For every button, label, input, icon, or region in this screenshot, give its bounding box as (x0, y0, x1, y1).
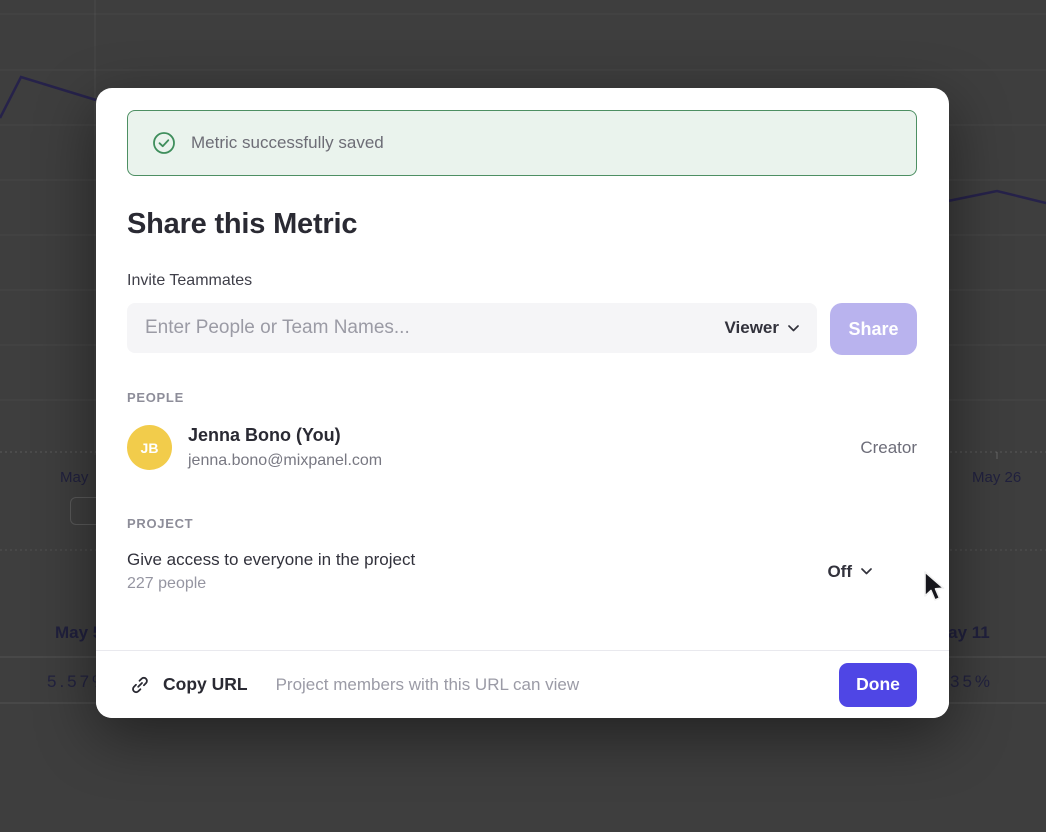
done-button[interactable]: Done (839, 663, 917, 707)
share-metric-modal: Metric successfully saved Share this Met… (96, 88, 949, 718)
share-button[interactable]: Share (830, 303, 917, 355)
avatar: JB (127, 425, 172, 470)
project-access-row: Give access to everyone in the project 2… (127, 550, 917, 593)
bg-axis-label-left: May (60, 469, 88, 486)
modal-title: Share this Metric (127, 208, 917, 241)
person-role: Creator (860, 438, 917, 458)
project-access-dropdown-value: Off (827, 562, 852, 582)
invite-input-container[interactable]: Viewer (127, 303, 817, 353)
chevron-down-icon (788, 325, 799, 332)
project-access-subtitle: 227 people (127, 575, 415, 593)
person-row: JB Jenna Bono (You) jenna.bono@mixpanel.… (127, 425, 917, 470)
chart-line-left (0, 77, 96, 118)
person-info: Jenna Bono (You) jenna.bono@mixpanel.com (188, 425, 382, 470)
link-icon (130, 675, 150, 695)
invite-input[interactable] (145, 317, 724, 339)
project-section-label: PROJECT (127, 516, 917, 531)
invite-teammates-label: Invite Teammates (127, 272, 917, 290)
copy-url-button[interactable]: Copy URL (130, 674, 248, 695)
bg-axis-label-right: May 26 (972, 469, 1021, 486)
bg-table-value-right: 35% (950, 672, 993, 692)
success-toast: Metric successfully saved (127, 110, 917, 176)
project-access-title: Give access to everyone in the project (127, 550, 415, 570)
invite-row: Viewer Share (127, 303, 917, 355)
chevron-down-icon (861, 568, 872, 575)
people-section-label: PEOPLE (127, 390, 917, 405)
project-access-dropdown[interactable]: Off (827, 562, 872, 582)
modal-footer: Copy URL Project members with this URL c… (96, 650, 949, 718)
chart-line-right (948, 191, 1046, 203)
person-email: jenna.bono@mixpanel.com (188, 452, 382, 470)
project-access-text: Give access to everyone in the project 2… (127, 550, 415, 593)
footer-hint: Project members with this URL can view (276, 675, 580, 695)
check-circle-icon (152, 131, 176, 155)
person-name: Jenna Bono (You) (188, 425, 382, 446)
copy-url-label: Copy URL (163, 674, 248, 695)
mouse-cursor (922, 570, 950, 604)
role-dropdown[interactable]: Viewer (724, 318, 799, 338)
toast-message: Metric successfully saved (191, 133, 384, 153)
role-dropdown-value: Viewer (724, 318, 779, 338)
